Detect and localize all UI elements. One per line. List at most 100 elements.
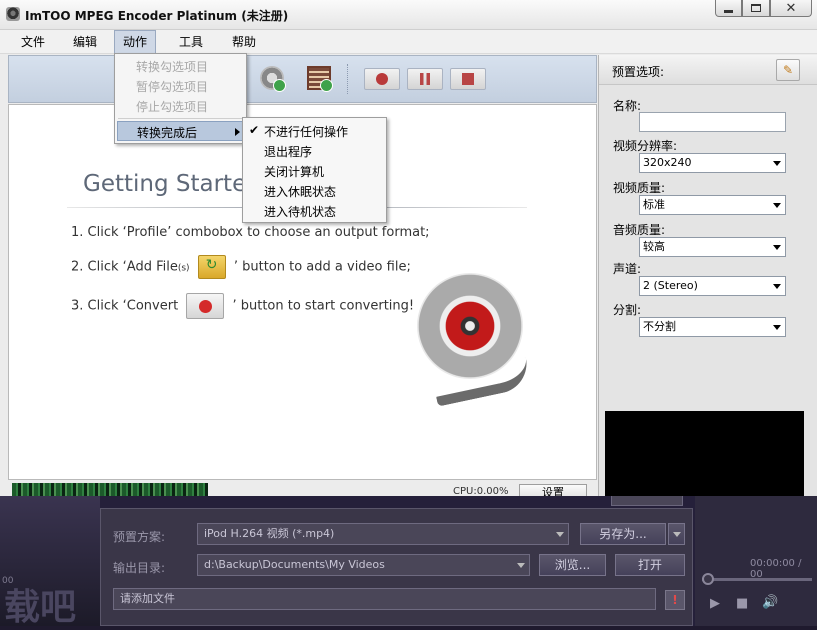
menu-edit[interactable]: 编辑 — [65, 30, 105, 54]
panel-header: 预置选项: ✎ — [599, 55, 817, 85]
chevron-down-icon — [773, 203, 781, 208]
audio-quality-value: 较高 — [643, 240, 665, 253]
background-time-left: 00 — [2, 576, 14, 586]
preset-select[interactable]: iPod H.264 视频 (*.mp4) — [197, 523, 569, 545]
close-icon: ✕ — [785, 0, 797, 16]
background-top-button — [611, 496, 683, 506]
resolution-label: 视频分辨率: — [613, 139, 678, 153]
add-file-hint: 请添加文件 — [113, 588, 656, 610]
output-label: 输出目录: — [113, 561, 166, 575]
save-as-dropdown[interactable] — [668, 523, 685, 545]
output-directory-field[interactable]: d:\Backup\Documents\My Videos — [197, 554, 530, 576]
audio-quality-label: 音频质量: — [613, 223, 666, 237]
pause-button[interactable] — [407, 68, 443, 90]
channel-select[interactable]: 2 (Stereo) — [639, 276, 786, 296]
menu-tools[interactable]: 工具 — [171, 30, 211, 54]
split-select[interactable]: 不分割 — [639, 317, 786, 337]
output-directory-value: d:\Backup\Documents\My Videos — [204, 558, 385, 571]
menu-file[interactable]: 文件 — [13, 30, 53, 54]
channel-label: 声道: — [613, 262, 642, 276]
step-add-file-suffix: (s) — [177, 263, 190, 274]
menu-stop-checked[interactable]: 停止勾选项目 — [136, 98, 208, 115]
browse-button[interactable]: 浏览... — [539, 554, 606, 576]
watermark-text: 载吧 — [4, 587, 77, 628]
chevron-down-icon — [773, 161, 781, 166]
resolution-select[interactable]: 320x240 — [639, 153, 786, 173]
edit-profile-button[interactable]: ✎ — [776, 59, 800, 81]
window-title: ImTOO MPEG Encoder Platinum (未注册) — [25, 9, 289, 23]
app-reel-icon — [6, 7, 20, 21]
split-label: 分割: — [613, 303, 642, 317]
minimize-icon — [724, 9, 733, 13]
save-as-button[interactable]: 另存为... — [580, 523, 666, 545]
submenu-hibernate[interactable]: 进入休眠状态 — [264, 183, 336, 200]
chevron-down-icon — [556, 532, 564, 537]
record-icon — [376, 73, 388, 85]
getting-started-heading: Getting Started — [83, 171, 261, 197]
add-profile-icon[interactable] — [260, 66, 286, 92]
maximize-button[interactable] — [742, 0, 770, 17]
menu-action[interactable]: 动作 — [114, 30, 157, 54]
add-file-icon — [197, 255, 226, 279]
player-time: 00:00:00 / 00 — [750, 558, 802, 580]
settings-button[interactable]: 设置 — [519, 484, 587, 496]
pencil-icon: ✎ — [782, 63, 794, 77]
menu-help[interactable]: 帮助 — [224, 30, 264, 54]
cpu-usage: CPU:0.00% — [453, 486, 509, 496]
main-window: ImTOO MPEG Encoder Platinum (未注册) ✕ 文件 编… — [0, 0, 817, 496]
stop-icon — [462, 73, 474, 85]
chevron-down-icon — [673, 532, 681, 537]
title-bar: ImTOO MPEG Encoder Platinum (未注册) ✕ — [0, 0, 817, 30]
convert-button[interactable] — [364, 68, 400, 90]
profile-settings-panel: 预置选项: ✎ 名称: 视频分辨率: 320x240 视频质量: 标准 音频质量… — [598, 55, 817, 496]
channel-value: 2 (Stereo) — [643, 279, 698, 292]
menu-after-convert-label: 转换完成后 — [137, 126, 198, 140]
chevron-down-icon — [773, 325, 781, 330]
audio-quality-select[interactable]: 较高 — [639, 237, 786, 257]
step-convert-text-a: 3. Click ‘Convert — [71, 298, 179, 314]
menu-bar: 文件 编辑 动作 工具 帮助 — [0, 30, 817, 54]
chevron-down-icon — [773, 284, 781, 289]
chevron-down-icon — [773, 245, 781, 250]
resolution-value: 320x240 — [643, 156, 692, 169]
name-input[interactable] — [639, 112, 786, 132]
open-button[interactable]: 打开 — [615, 554, 685, 576]
pause-icon — [420, 73, 430, 85]
name-label: 名称: — [613, 99, 642, 113]
video-quality-label: 视频质量: — [613, 181, 666, 195]
stop-button[interactable] — [450, 68, 486, 90]
add-video-icon[interactable] — [307, 66, 333, 92]
minimize-button[interactable] — [715, 0, 742, 17]
video-quality-select[interactable]: 标准 — [639, 195, 786, 215]
toolbar — [8, 55, 597, 103]
menu-separator — [118, 118, 243, 119]
submenu-shutdown[interactable]: 关闭计算机 — [264, 163, 324, 180]
play-icon[interactable]: ▶ — [710, 596, 720, 611]
submenu-exit-program[interactable]: 退出程序 — [264, 143, 312, 160]
video-preview — [605, 411, 804, 496]
seek-slider-knob[interactable] — [702, 573, 714, 585]
stop-icon[interactable]: ■ — [736, 596, 748, 611]
after-convert-submenu: ✔ 不进行任何操作 退出程序 关闭计算机 进入休眠状态 进入待机状态 — [242, 117, 387, 223]
menu-after-convert[interactable]: 转换完成后 — [117, 121, 244, 141]
status-progress-graphic — [12, 483, 208, 496]
status-bar: CPU:0.00% 设置 — [8, 481, 597, 496]
preset-value: iPod H.264 视频 (*.mp4) — [204, 527, 335, 540]
action-menu: 转换勾选项目 暂停勾选项目 停止勾选项目 转换完成后 — [114, 53, 247, 144]
panel-title: 预置选项: — [612, 65, 665, 79]
step-convert: 3. Click ‘Convert ’ button to start conv… — [71, 293, 414, 319]
convert-icon — [186, 293, 225, 319]
volume-icon[interactable]: 🔊 — [762, 595, 778, 610]
menu-pause-checked[interactable]: 暂停勾选项目 — [136, 78, 208, 95]
submenu-do-nothing[interactable]: 不进行任何操作 — [264, 123, 348, 140]
split-value: 不分割 — [643, 320, 676, 333]
menu-convert-checked[interactable]: 转换勾选项目 — [136, 58, 208, 75]
alert-flag-icon[interactable]: ! — [665, 590, 685, 610]
close-button[interactable]: ✕ — [770, 0, 812, 17]
toolbar-separator — [347, 64, 348, 94]
submenu-standby[interactable]: 进入待机状态 — [264, 203, 336, 220]
step-add-file-text-a: 2. Click ‘Add File — [71, 259, 178, 275]
checkmark-icon: ✔ — [249, 123, 260, 137]
background-left-panel: 载吧 — [0, 496, 100, 628]
seek-slider[interactable] — [702, 578, 812, 581]
